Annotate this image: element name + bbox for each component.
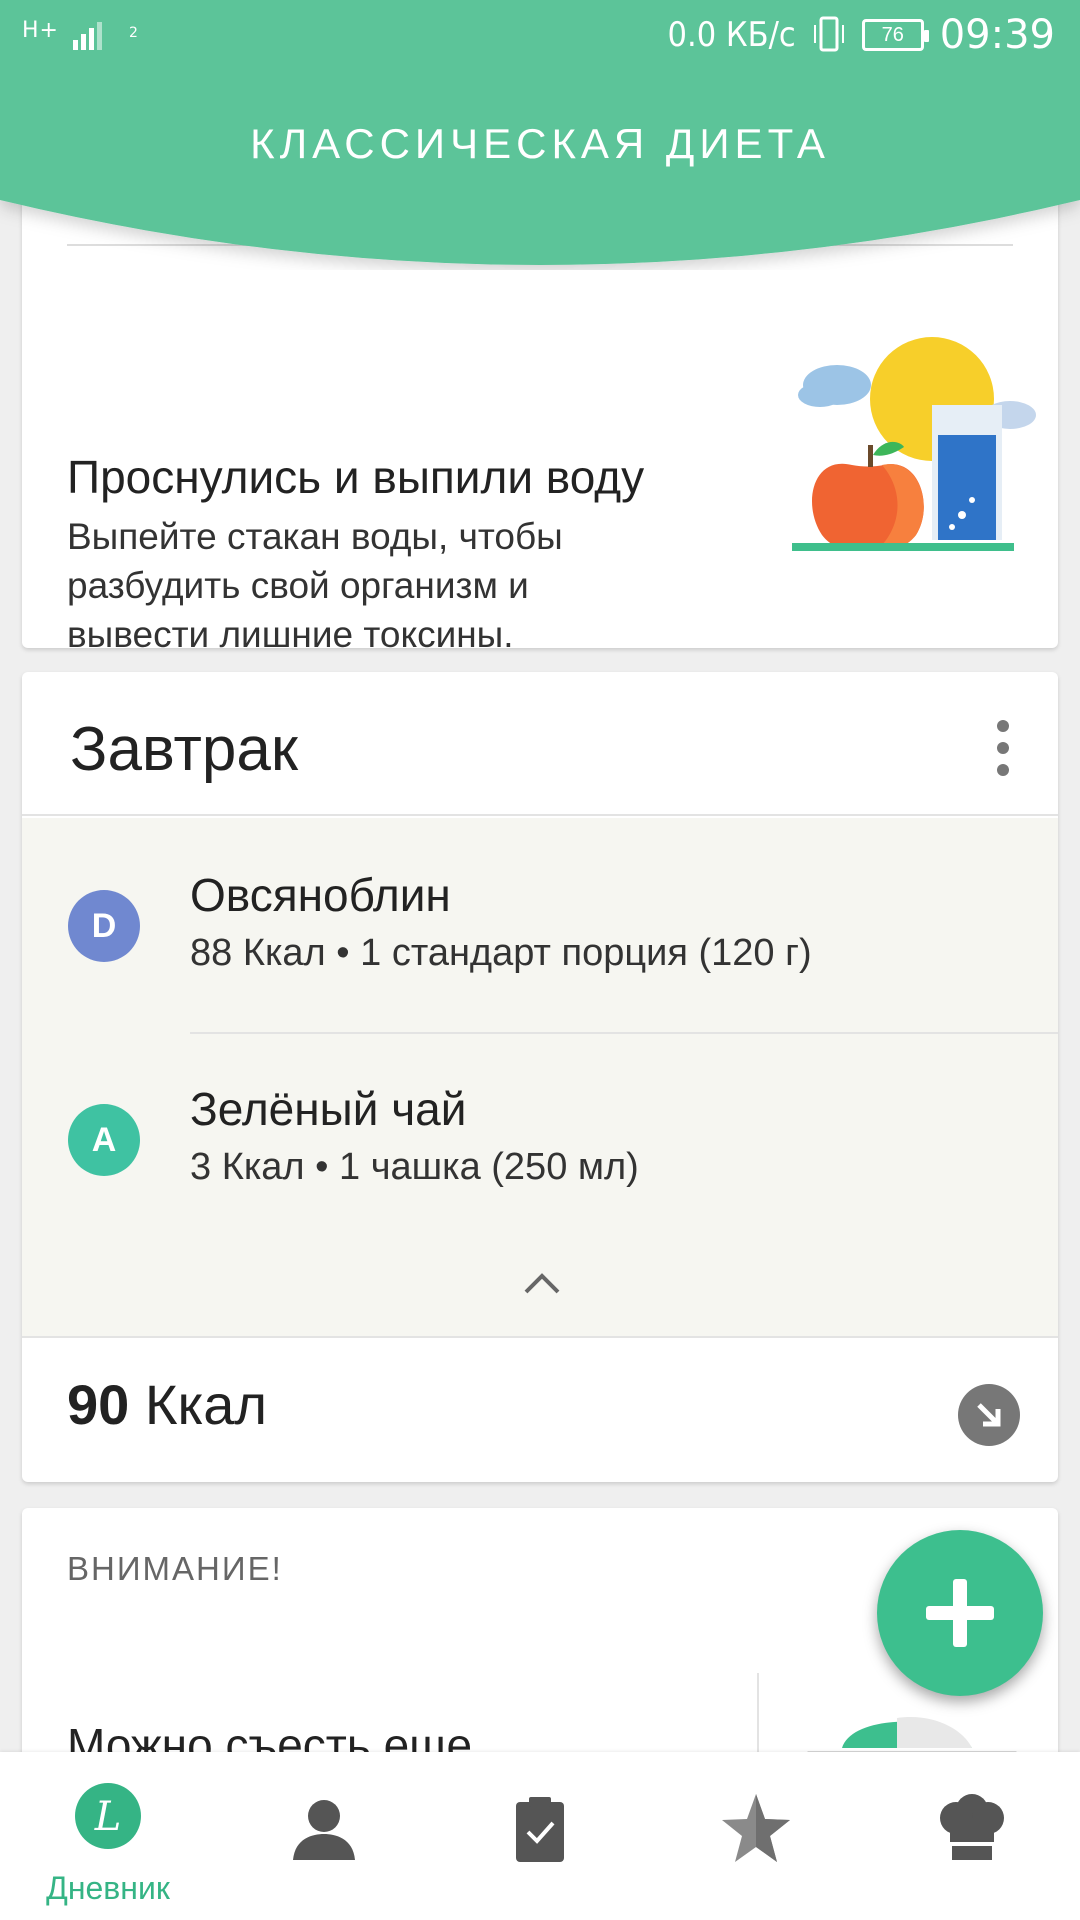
tip-text: Выпейте стакан воды, чтобы разбудить сво… — [67, 516, 563, 648]
battery-level: 76 — [881, 23, 904, 46]
nav-item-favorites[interactable] — [648, 1752, 864, 1920]
chevron-up-icon[interactable] — [522, 1268, 562, 1298]
add-button[interactable] — [877, 1530, 1043, 1696]
status-bar: H+ 2 0.0 КБ/с 76 09:39 — [0, 0, 1080, 80]
nav-item-diary[interactable]: L Дневник — [0, 1752, 216, 1920]
star-icon — [722, 1794, 790, 1862]
total-calories-unit: Ккал — [129, 1373, 268, 1436]
tip-title: Проснулись и выпили воду — [67, 451, 645, 503]
svg-text:L: L — [94, 1794, 122, 1840]
meal-title: Завтрак — [70, 715, 298, 784]
arrow-down-right-icon[interactable] — [958, 1384, 1020, 1446]
network-type: H+ — [22, 18, 59, 43]
vibrate-icon — [813, 16, 844, 52]
food-description: 88 Ккал • 1 стандарт порция (120 г) — [190, 932, 812, 974]
battery-icon: 76 — [861, 19, 929, 51]
network-speed: 0.0 КБ/с — [667, 15, 796, 55]
meal-item-list: D Овсяноблин 88 Ккал • 1 стандарт порция… — [22, 818, 1058, 1338]
list-item[interactable]: D Овсяноблин 88 Ккал • 1 стандарт порция… — [22, 818, 1058, 1033]
nav-item-tasks[interactable] — [432, 1752, 648, 1920]
chef-hat-icon — [940, 1794, 1004, 1860]
meal-total: 90 Ккал — [67, 1372, 267, 1437]
app-header: H+ 2 0.0 КБ/с 76 09:39 КЛАССИЧЕСКАЯ ДИЕТ… — [0, 0, 1080, 270]
sim-number: 2 — [128, 25, 139, 41]
diary-icon: L — [75, 1783, 141, 1849]
more-options-icon[interactable] — [988, 720, 1018, 776]
signal-icon: H+ 2 — [22, 18, 139, 52]
food-badge: A — [68, 1104, 140, 1176]
plus-icon — [926, 1579, 994, 1647]
food-name: Овсяноблин — [190, 869, 451, 921]
list-item[interactable]: A Зелёный чай 3 Ккал • 1 чашка (250 мл) — [22, 1034, 1058, 1249]
meal-card-breakfast: Завтрак D Овсяноблин 88 Ккал • 1 стандар… — [22, 672, 1058, 1482]
profile-icon — [293, 1800, 355, 1860]
clipboard-check-icon — [516, 1797, 564, 1862]
food-description: 3 Ккал • 1 чашка (250 мл) — [190, 1146, 639, 1188]
attention-label: ВНИМАНИЕ! — [67, 1550, 283, 1587]
bottom-navigation: L Дневник — [0, 1752, 1080, 1920]
food-name: Зелёный чай — [190, 1083, 467, 1135]
food-badge: D — [68, 890, 140, 962]
meal-header: Завтрак — [22, 672, 1058, 816]
nav-item-recipes[interactable] — [864, 1752, 1080, 1920]
nav-item-label: Дневник — [46, 1870, 170, 1906]
nav-item-profile[interactable] — [216, 1752, 432, 1920]
total-calories-value: 90 — [67, 1373, 130, 1436]
page-title: КЛАССИЧЕСКАЯ ДИЕТА — [250, 120, 830, 167]
clock: 09:39 — [939, 12, 1055, 58]
apple-water-sun-illustration — [792, 337, 1036, 551]
